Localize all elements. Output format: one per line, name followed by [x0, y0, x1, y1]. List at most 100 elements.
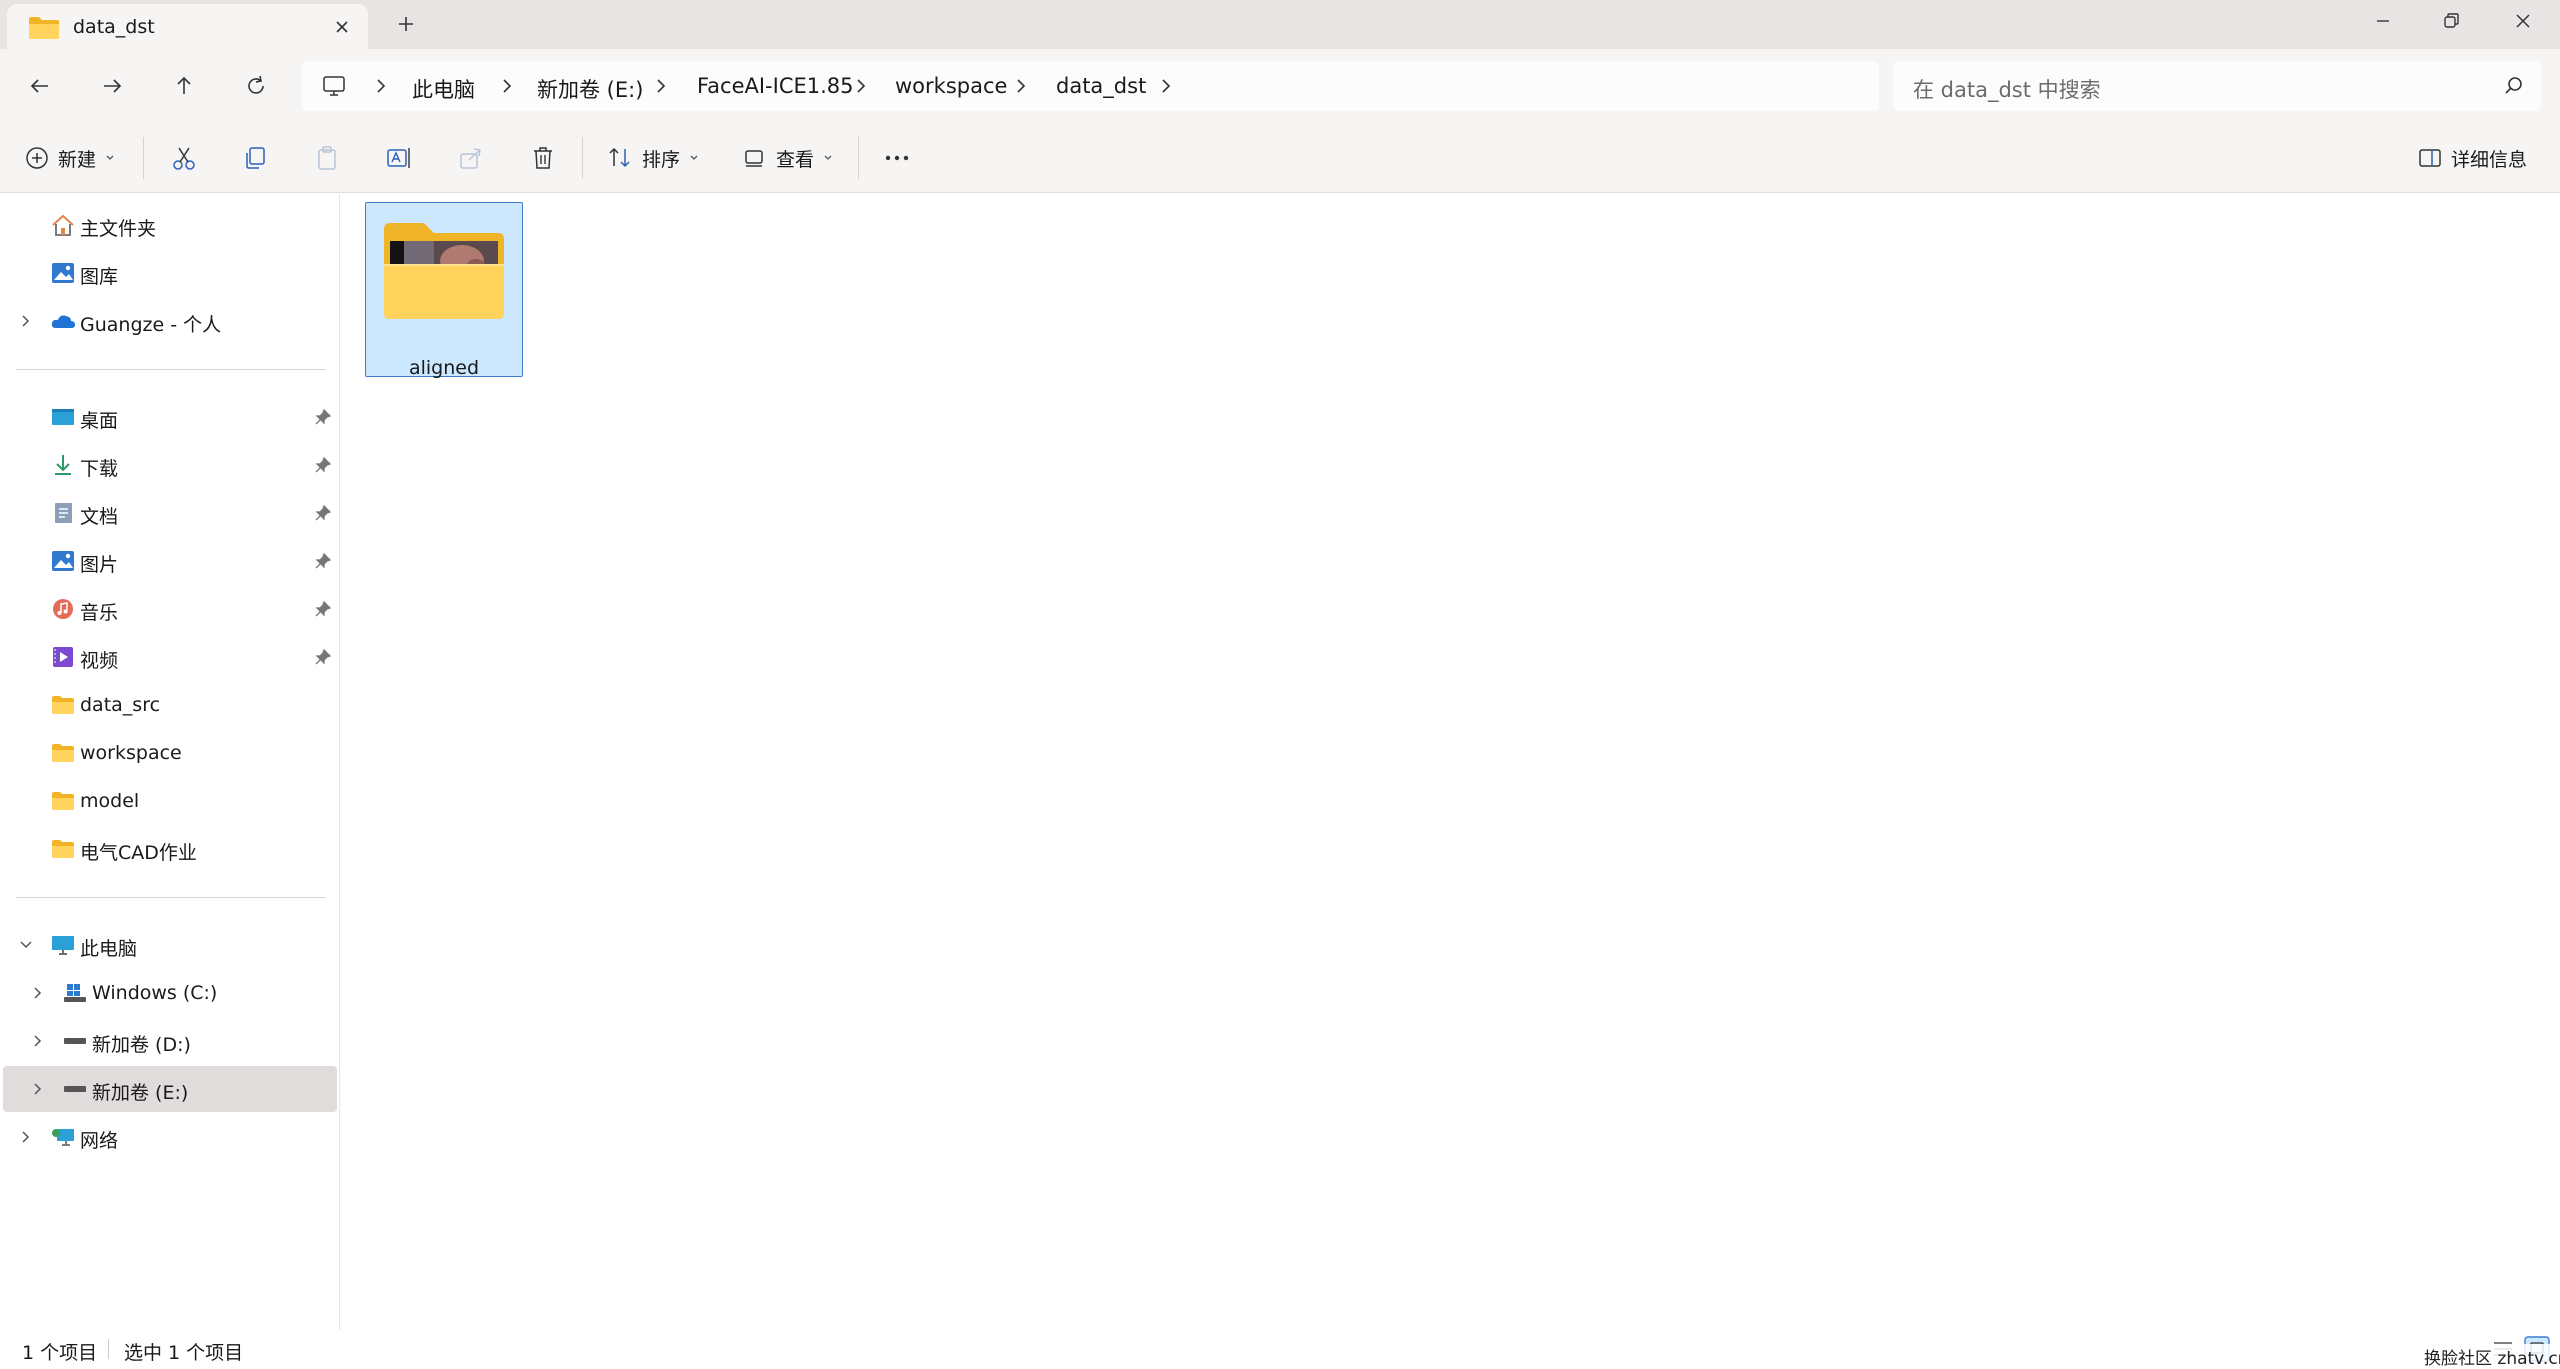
download-icon [55, 455, 71, 475]
restore-icon[interactable] [2436, 6, 2466, 36]
back-icon[interactable] [26, 72, 54, 100]
sidebar-item-pictures[interactable]: 图片 [3, 538, 337, 584]
sidebar-item-music[interactable]: 音乐 [3, 586, 337, 632]
music-icon [53, 599, 73, 619]
copy-icon [246, 147, 265, 169]
more-options-button[interactable] [882, 143, 912, 173]
sidebar-item-label: 桌面 [80, 410, 119, 432]
details-button[interactable]: 详细信息 [2417, 143, 2527, 173]
view-button[interactable]: 查看 [742, 143, 834, 173]
share-button[interactable] [457, 143, 485, 173]
sidebar-item-downloads[interactable]: 下载 [3, 442, 337, 488]
folder-icon [52, 696, 74, 714]
sidebar-item-network[interactable]: 网络 [3, 1114, 337, 1160]
sidebar-item-data-src[interactable]: data_src [3, 682, 337, 728]
chevron-right-icon[interactable] [28, 1031, 48, 1051]
pin-icon[interactable] [314, 552, 332, 570]
chevron-right-icon[interactable] [498, 76, 516, 96]
chevron-down-icon[interactable] [16, 935, 36, 955]
sidebar-item-label: 文档 [80, 506, 119, 528]
sidebar-item-label: 主文件夹 [80, 218, 157, 240]
sidebar-item-cad-homework[interactable]: 电气CAD作业 [3, 826, 337, 872]
sidebar-item-label: model [80, 790, 140, 812]
forward-icon[interactable] [98, 72, 126, 100]
breadcrumb-drive-e[interactable]: 新加卷 (E:) [537, 74, 643, 104]
paste-button[interactable] [313, 143, 341, 173]
chevron-right-icon[interactable] [28, 983, 48, 1003]
rename-icon [387, 148, 410, 168]
sidebar-item-label: 电气CAD作业 [80, 842, 197, 864]
close-window-icon[interactable] [2508, 6, 2538, 36]
video-icon [53, 647, 73, 667]
address-bar[interactable]: 此电脑 新加卷 (E:) FaceAI-ICE1.85 workspace da… [302, 61, 1879, 111]
cut-icon [173, 147, 195, 170]
breadcrumb-faceai[interactable]: FaceAI-ICE1.85 [697, 74, 854, 98]
sidebar-item-label: Windows (C:) [92, 982, 218, 1004]
refresh-icon[interactable] [242, 72, 270, 100]
pin-icon[interactable] [314, 600, 332, 618]
chevron-right-icon[interactable] [852, 76, 870, 96]
chevron-right-icon[interactable] [1012, 76, 1030, 96]
computer-icon [52, 936, 74, 955]
sort-button[interactable]: 排序 [606, 143, 700, 173]
tab-data-dst[interactable]: data_dst [7, 4, 368, 50]
sidebar-item-workspace[interactable]: workspace [3, 730, 337, 776]
breadcrumb-data-dst[interactable]: data_dst [1056, 74, 1146, 98]
pin-icon[interactable] [314, 456, 332, 474]
sidebar-item-label: 图库 [80, 266, 119, 288]
chevron-right-icon[interactable] [16, 311, 36, 331]
sidebar-item-label: data_src [80, 694, 161, 716]
pin-icon[interactable] [314, 648, 332, 666]
title-bar: data_dst [0, 0, 2560, 50]
copy-button[interactable] [241, 143, 269, 173]
search-input[interactable]: 在 data_dst 中搜索 [1893, 61, 2541, 111]
folder-icon [52, 792, 74, 810]
drive-icon [64, 1038, 86, 1044]
breadcrumb-workspace[interactable]: workspace [895, 74, 1007, 98]
folder-thumbnail-icon [384, 223, 504, 319]
sidebar-item-drive-e[interactable]: 新加卷 (E:) [3, 1066, 337, 1112]
chevron-right-icon[interactable] [1157, 76, 1175, 96]
search-icon[interactable] [2503, 75, 2525, 97]
computer-icon[interactable] [322, 75, 346, 97]
delete-button[interactable] [529, 143, 557, 173]
sidebar-item-drive-d[interactable]: 新加卷 (D:) [3, 1018, 337, 1064]
new-tab-icon[interactable] [394, 12, 418, 36]
minimize-icon[interactable] [2368, 6, 2398, 36]
sidebar-item-label: Guangze - 个人 [80, 314, 222, 336]
paste-icon [318, 146, 336, 170]
document-icon [55, 503, 72, 523]
sidebar-item-videos[interactable]: 视频 [3, 634, 337, 680]
sidebar-item-desktop[interactable]: 桌面 [3, 394, 337, 440]
sidebar-item-this-pc[interactable]: 此电脑 [3, 922, 337, 968]
sidebar-item-model[interactable]: model [3, 778, 337, 824]
chevron-right-icon[interactable] [372, 76, 390, 96]
details-label: 详细信息 [2451, 148, 2528, 171]
sidebar-item-label: 下载 [80, 458, 119, 480]
breadcrumb-this-pc[interactable]: 此电脑 [412, 74, 475, 104]
home-icon [52, 214, 74, 236]
sidebar-item-documents[interactable]: 文档 [3, 490, 337, 536]
sidebar-item-gallery[interactable]: 图库 [3, 250, 337, 296]
sidebar-item-onedrive[interactable]: Guangze - 个人 [3, 298, 337, 344]
tab-title: data_dst [73, 16, 155, 38]
status-bar: 1 个项目 选中 1 个项目 [0, 1330, 2560, 1368]
rename-button[interactable] [385, 143, 413, 173]
sidebar-item-label: 新加卷 (E:) [92, 1082, 189, 1104]
up-icon[interactable] [170, 72, 198, 100]
chevron-down-icon [690, 155, 698, 160]
folder-icon [52, 744, 74, 762]
new-button[interactable]: 新建 [24, 143, 116, 173]
sidebar-item-home[interactable]: 主文件夹 [3, 202, 337, 248]
folder-item-aligned[interactable]: aligned [365, 202, 523, 379]
file-list[interactable]: aligned [341, 194, 2560, 1330]
pin-icon[interactable] [314, 408, 332, 426]
chevron-right-icon[interactable] [652, 76, 670, 96]
cut-button[interactable] [170, 143, 198, 173]
pin-icon[interactable] [314, 504, 332, 522]
watermark: 换脸社区 zhatv.cn [2424, 1344, 2560, 1369]
chevron-right-icon[interactable] [16, 1127, 36, 1147]
chevron-right-icon[interactable] [28, 1079, 48, 1099]
close-tab-icon[interactable] [329, 14, 355, 40]
sidebar-item-drive-c[interactable]: Windows (C:) [3, 970, 337, 1016]
